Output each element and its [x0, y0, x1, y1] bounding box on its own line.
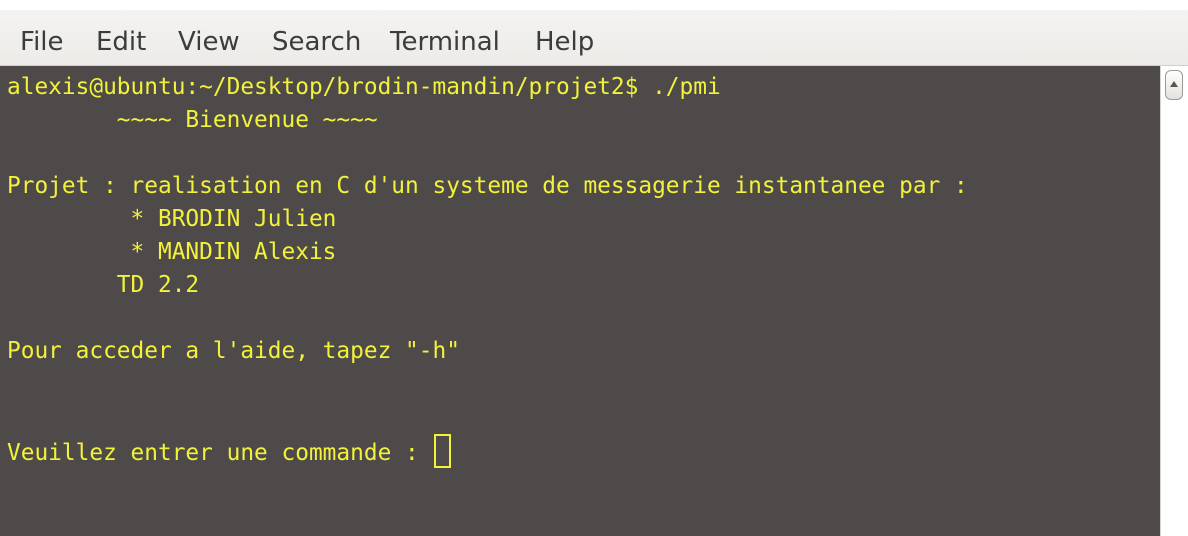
command-input-line[interactable]: Veuillez entrer une commande :: [7, 434, 452, 468]
terminal-window: File Edit View Search Terminal Help alex…: [0, 0, 1188, 536]
project-description: Projet : realisation en C d'un systeme d…: [7, 173, 968, 199]
author-line-1: * BRODIN Julien: [7, 206, 337, 232]
text-cursor: [434, 434, 452, 468]
window-top-edge: [0, 0, 1188, 10]
help-hint-line: Pour acceder a l'aide, tapez "-h": [7, 338, 460, 364]
scroll-up-button[interactable]: [1165, 70, 1183, 100]
menu-bar: File Edit View Search Terminal Help: [0, 10, 1188, 66]
arrow-up-icon: [1170, 81, 1178, 87]
menu-view[interactable]: View: [178, 25, 240, 59]
terminal-output[interactable]: alexis@ubuntu:~/Desktop/brodin-mandin/pr…: [0, 66, 1160, 536]
prompt-command-line: alexis@ubuntu:~/Desktop/brodin-mandin/pr…: [7, 74, 721, 100]
menu-help[interactable]: Help: [535, 25, 594, 59]
menu-edit[interactable]: Edit: [96, 25, 146, 59]
command-prompt-text: Veuillez entrer une commande :: [7, 440, 433, 466]
welcome-banner: ~~~~ Bienvenue ~~~~: [7, 107, 378, 133]
menu-search[interactable]: Search: [272, 25, 361, 59]
menu-file[interactable]: File: [20, 25, 64, 59]
menu-terminal[interactable]: Terminal: [390, 25, 500, 59]
vertical-scrollbar[interactable]: [1160, 66, 1188, 536]
author-line-2: * MANDIN Alexis: [7, 239, 337, 265]
td-group-line: TD 2.2: [7, 272, 200, 298]
